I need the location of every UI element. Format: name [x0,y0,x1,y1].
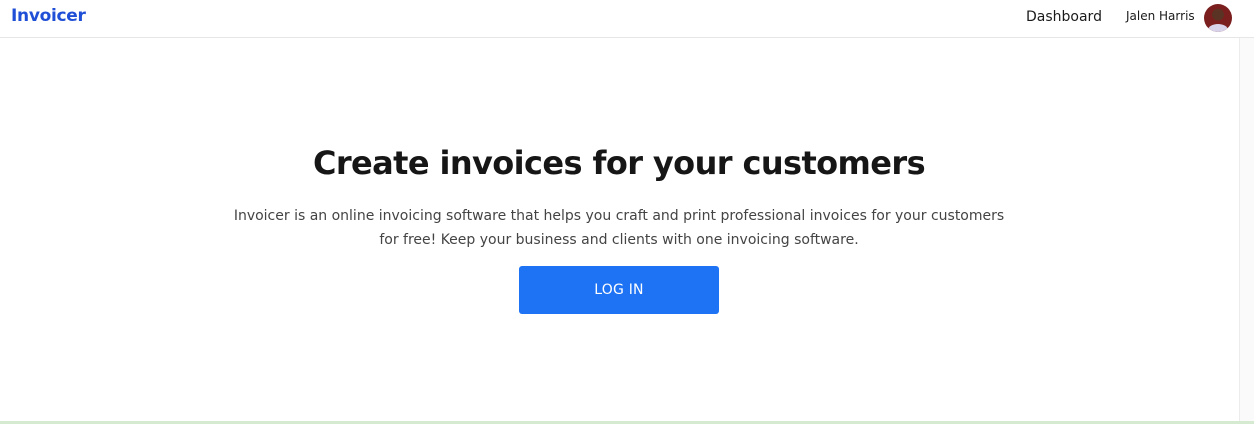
hero-title: Create invoices for your customers [312,144,926,182]
user-name: Jalen Harris [1126,9,1195,23]
top-navbar: Invoicer Dashboard Jalen Harris [0,0,1254,38]
vertical-scrollbar[interactable] [1239,38,1254,421]
login-button[interactable]: LOG IN [519,266,719,314]
nav-dashboard-link[interactable]: Dashboard [1026,9,1102,25]
user-menu[interactable]: Jalen Harris [1126,3,1232,33]
hero-description: Invoicer is an online invoicing software… [233,208,1005,248]
page: Invoicer Dashboard Jalen Harris Create i… [0,0,1254,424]
brand-logo-link[interactable]: Invoicer [11,6,86,26]
user-avatar-icon[interactable] [1203,4,1232,32]
